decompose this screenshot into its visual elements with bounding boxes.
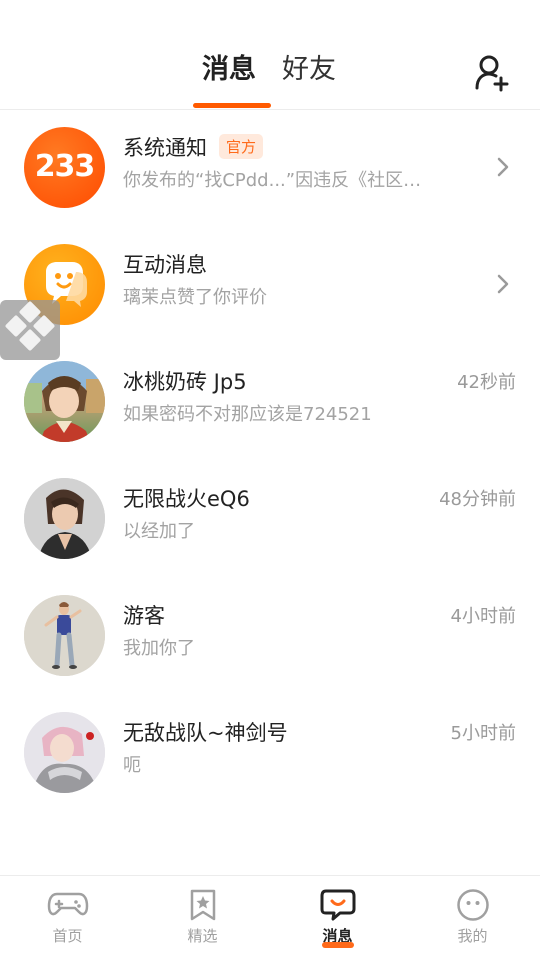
chevron-right-icon <box>497 157 509 177</box>
diamond-grid-icon <box>5 301 55 351</box>
tab-friends[interactable]: 好友 <box>282 50 336 90</box>
top-header: 消息 好友 <box>0 0 540 110</box>
star-bookmark-icon <box>190 889 215 921</box>
add-user-icon <box>475 55 509 92</box>
conversation-row-user[interactable]: 无限战火eQ6 以经加了 48分钟前 <box>0 461 540 578</box>
chat-bubble-icon <box>320 889 355 921</box>
conversation-time: 48分钟前 <box>439 489 516 510</box>
character-avatar-image <box>24 712 105 793</box>
conversation-name: 无敌战队~神剑号 <box>123 721 288 745</box>
add-friend-button[interactable] <box>472 52 512 92</box>
conversation-time: 42秒前 <box>457 372 516 393</box>
conversation-name: 冰桃奶砖 Jp5 <box>123 370 247 394</box>
conversation-preview: 璃茉点赞了你评价 <box>123 287 267 308</box>
character-avatar-image <box>24 361 105 442</box>
active-tab-indicator <box>193 103 271 108</box>
tab-messages[interactable]: 消息 <box>202 50 256 90</box>
conversation-row-system[interactable]: 233 系统通知 官方 你发布的“找CPdd...”因违反《社区… <box>0 110 540 227</box>
conversation-preview: 如果密码不对那应该是724521 <box>123 404 372 425</box>
gamepad-icon <box>47 892 88 916</box>
conversation-row-user[interactable]: 冰桃奶砖 Jp5 如果密码不对那应该是724521 42秒前 <box>0 344 540 461</box>
nav-profile[interactable]: 我的 <box>405 876 540 960</box>
conversation-preview: 呃 <box>123 755 141 776</box>
conversation-name: 游客 <box>123 604 165 628</box>
nav-label: 精选 <box>187 927 218 945</box>
character-avatar-image <box>24 478 105 559</box>
floating-assist-button[interactable] <box>0 300 60 360</box>
conversation-row-user[interactable]: 游客 我加你了 4小时前 <box>0 578 540 695</box>
conversation-time: 5小时前 <box>450 723 516 744</box>
conversation-preview: 以经加了 <box>123 521 195 542</box>
avatar-user <box>24 361 105 442</box>
avatar-user <box>24 595 105 676</box>
conversation-row-interactions[interactable]: 互动消息 璃茉点赞了你评价 <box>0 227 540 344</box>
nav-featured[interactable]: 精选 <box>135 876 270 960</box>
character-avatar-image <box>24 595 105 676</box>
official-badge: 官方 <box>219 134 264 159</box>
conversation-preview: 你发布的“找CPdd...”因违反《社区… <box>123 170 422 191</box>
conversation-time: 4小时前 <box>450 606 516 627</box>
conversation-preview: 我加你了 <box>123 638 195 659</box>
avatar-logo-text: 233 <box>34 149 96 184</box>
avatar-system: 233 <box>24 127 105 208</box>
conversation-row-user[interactable]: 无敌战队~神剑号 呃 5小时前 <box>0 695 540 812</box>
conversation-list: 233 系统通知 官方 你发布的“找CPdd...”因违反《社区… 互动消息 璃… <box>0 110 540 812</box>
nav-label: 首页 <box>52 927 83 945</box>
avatar-user <box>24 712 105 793</box>
nav-home[interactable]: 首页 <box>0 876 135 960</box>
smiley-face-icon <box>456 889 489 921</box>
conversation-name: 无限战火eQ6 <box>123 487 250 511</box>
active-nav-indicator <box>322 942 354 948</box>
nav-label: 我的 <box>457 927 488 945</box>
conversation-name: 系统通知 官方 <box>123 132 264 162</box>
messages-screen: 消息 好友 233 系统通知官方 你发布的“找CPdd...”因违反《社区… <box>0 0 540 960</box>
conversation-name-text: 系统通知 <box>123 136 207 160</box>
bottom-navigation: 首页 精选 消息 我的 <box>0 875 540 960</box>
conversation-name: 互动消息 <box>123 253 207 277</box>
nav-messages[interactable]: 消息 <box>270 876 405 960</box>
avatar-user <box>24 478 105 559</box>
chevron-right-icon <box>497 274 509 294</box>
